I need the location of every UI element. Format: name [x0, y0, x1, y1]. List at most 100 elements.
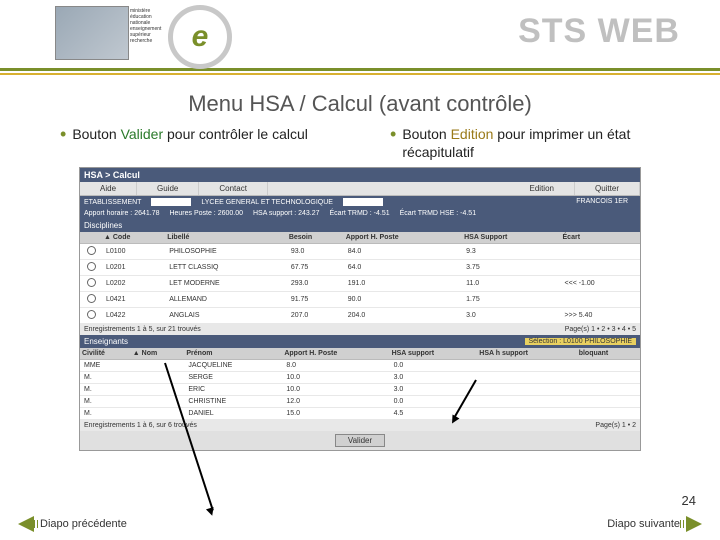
cell — [577, 360, 640, 372]
cell: 1.75 — [462, 292, 560, 308]
cell: JACQUELINE — [184, 360, 282, 372]
valider-bar: Valider — [80, 431, 640, 450]
cell — [561, 292, 640, 308]
cell — [477, 372, 576, 384]
radio-icon[interactable] — [87, 310, 96, 319]
col-civ[interactable]: Civilité — [80, 348, 131, 360]
col-nom[interactable]: ▲ Nom — [131, 348, 185, 360]
etab-code-field[interactable] — [151, 198, 191, 206]
cell: MME — [80, 360, 131, 372]
cell — [477, 396, 576, 408]
bullet-left-pre: Bouton — [72, 126, 120, 142]
ens-count: Enregistrements 1 à 6, sur 6 trouvés — [84, 422, 197, 429]
cell — [561, 244, 640, 260]
cell: ANGLAIS — [165, 308, 287, 324]
radio-icon[interactable] — [87, 262, 96, 271]
col-hsa2[interactable]: HSA support — [390, 348, 478, 360]
stats-bar: Apport horaire : 2641.78 Heures Poste : … — [80, 208, 640, 219]
app-menu: Aide Guide Contact Edition Quitter — [80, 182, 640, 196]
cell: 293.0 — [287, 276, 344, 292]
prev-slide-button[interactable]: Diapo précédente — [18, 516, 127, 532]
table-row[interactable]: L0201LETT CLASSIQ67.7564.03.75 — [80, 260, 640, 276]
enseignants-selection: Sélection : L0100 PHILOSOPHIE — [525, 338, 637, 345]
etab-lib: FRANCOIS 1ER — [576, 198, 628, 205]
bullet-left-keyword: Valider — [121, 126, 164, 142]
bullet-right-keyword: Edition — [451, 126, 494, 142]
radio-icon[interactable] — [87, 294, 96, 303]
col-bloq[interactable]: bloquant — [577, 348, 640, 360]
col-hsah[interactable]: HSA h support — [477, 348, 576, 360]
header-photo — [55, 6, 129, 60]
cell: 64.0 — [344, 260, 462, 276]
col-apport2[interactable]: Apport H. Poste — [282, 348, 389, 360]
valider-button[interactable]: Valider — [335, 434, 385, 447]
table-row[interactable]: L0421ALLEMAND91.7590.01.75 — [80, 292, 640, 308]
disc-pager[interactable]: Page(s) 1 • 2 • 3 • 4 • 5 — [565, 326, 636, 333]
cell: DANIEL — [184, 408, 282, 420]
arrow-right-icon — [686, 516, 702, 532]
enseignants-header: Enseignants Sélection : L0100 PHILOSOPHI… — [80, 335, 640, 348]
col-libelle[interactable]: Libellé — [165, 232, 287, 244]
cell: LET MODERNE — [165, 276, 287, 292]
cell: 204.0 — [344, 308, 462, 324]
bullet-valider: • Bouton Valider pour contrôler le calcu… — [60, 125, 330, 161]
next-slide-button[interactable]: Diapo suivante — [607, 516, 702, 532]
cell — [477, 384, 576, 396]
col-prenom[interactable]: Prénom — [184, 348, 282, 360]
page-number: 24 — [682, 493, 696, 508]
col-hsa[interactable]: HSA Support — [462, 232, 560, 244]
cell: 191.0 — [344, 276, 462, 292]
menu-guide[interactable]: Guide — [137, 182, 199, 195]
table-row[interactable]: L0202LET MODERNE293.0191.011.0<<< -1.00 — [80, 276, 640, 292]
ens-pager[interactable]: Page(s) 1 • 2 — [595, 422, 636, 429]
cell: PHILOSOPHIE — [165, 244, 287, 260]
cell: L0202 — [102, 276, 165, 292]
cell: 10.0 — [282, 384, 389, 396]
disciplines-footer: Enregistrements 1 à 5, sur 21 trouvés Pa… — [80, 324, 640, 335]
table-row[interactable]: M.DANIEL15.04.5 — [80, 408, 640, 420]
table-row[interactable]: L0100PHILOSOPHIE93.084.09.3 — [80, 244, 640, 260]
cell: 3.0 — [462, 308, 560, 324]
menu-quitter[interactable]: Quitter — [575, 182, 640, 195]
etab-code-field2[interactable] — [343, 198, 383, 206]
col-ecart[interactable]: Écart — [561, 232, 640, 244]
cell: M. — [80, 396, 131, 408]
cell: 10.0 — [282, 372, 389, 384]
col-code[interactable]: ▲ Code — [102, 232, 165, 244]
radio-icon[interactable] — [87, 246, 96, 255]
stat-ecart2: Écart TRMD HSE : -4.51 — [400, 210, 477, 217]
gold-rule — [0, 73, 720, 75]
disciplines-table: ▲ Code Libellé Besoin Apport H. Poste HS… — [80, 232, 640, 324]
cell: L0422 — [102, 308, 165, 324]
cell: L0100 — [102, 244, 165, 260]
bullet-right-pre: Bouton — [402, 126, 450, 142]
education-e-icon: e — [168, 5, 232, 69]
cell: >>> 5.40 — [561, 308, 640, 324]
menu-edition[interactable]: Edition — [510, 182, 575, 195]
menu-aide[interactable]: Aide — [80, 182, 137, 195]
col-besoin[interactable]: Besoin — [287, 232, 344, 244]
disciplines-header: Disciplines — [80, 219, 640, 232]
cell: M. — [80, 372, 131, 384]
stat-hsa: HSA support : 243.27 — [253, 210, 320, 217]
cell: 67.75 — [287, 260, 344, 276]
bullets-row: • Bouton Valider pour contrôler le calcu… — [0, 125, 720, 161]
table-row[interactable]: M.SERGE10.03.0 — [80, 372, 640, 384]
col-apport[interactable]: Apport H. Poste — [344, 232, 462, 244]
cell: SERGE — [184, 372, 282, 384]
cell — [577, 372, 640, 384]
radio-icon[interactable] — [87, 278, 96, 287]
table-row[interactable]: L0422ANGLAIS207.0204.03.0>>> 5.40 — [80, 308, 640, 324]
table-row[interactable]: M.ERIC10.03.0 — [80, 384, 640, 396]
cell — [131, 408, 185, 420]
next-label: Diapo suivante — [607, 518, 680, 530]
table-header-row: ▲ Code Libellé Besoin Apport H. Poste HS… — [80, 232, 640, 244]
menu-contact[interactable]: Contact — [199, 182, 268, 195]
etab-bar: ETABLISSEMENT LYCEE GENERAL ET TECHNOLOG… — [80, 196, 640, 208]
cell: 3.75 — [462, 260, 560, 276]
app-screenshot: HSA > Calcul Aide Guide Contact Edition … — [79, 167, 641, 451]
cell — [561, 260, 640, 276]
cell — [131, 360, 185, 372]
enseignants-table: Civilité ▲ Nom Prénom Apport H. Poste HS… — [80, 348, 640, 420]
table-row[interactable]: M.CHRISTINE12.00.0 — [80, 396, 640, 408]
